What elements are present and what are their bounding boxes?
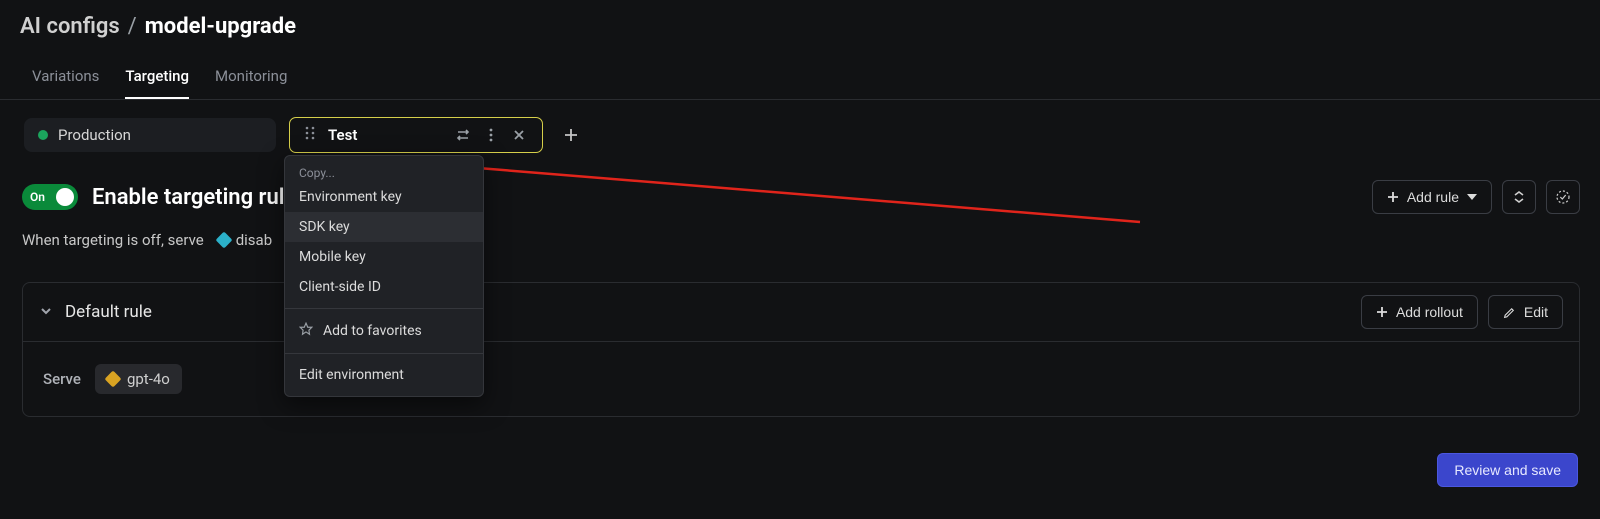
environment-name: Test <box>328 126 357 144</box>
plus-icon <box>1376 306 1388 318</box>
breadcrumb-parent[interactable]: AI configs <box>20 14 120 39</box>
targeting-header-row: On Enable targeting rule Add rule <box>22 180 1580 214</box>
collapse-icon <box>1512 190 1526 204</box>
status-dot-icon <box>38 130 48 140</box>
fallback-row: When targeting is off, serve disab <box>22 228 1580 252</box>
menu-item-sdk-key[interactable]: SDK key <box>285 212 483 242</box>
breadcrumb: AI configs / model-upgrade <box>0 0 1600 39</box>
default-rule-card: Default rule Add rollout Edit Serve gpt-… <box>22 282 1580 417</box>
chevron-down-icon <box>39 303 53 322</box>
review-and-save-button[interactable]: Review and save <box>1437 453 1578 487</box>
star-icon <box>299 322 313 340</box>
menu-item-client-side-id[interactable]: Client-side ID <box>285 272 483 302</box>
kebab-menu-icon[interactable] <box>482 126 500 144</box>
menu-item-edit-environment[interactable]: Edit environment <box>285 360 483 390</box>
environment-context-menu: Copy... Environment key SDK key Mobile k… <box>284 155 484 397</box>
environment-pill-production[interactable]: Production <box>24 118 276 152</box>
fallback-variation-chip[interactable]: disab <box>212 228 278 252</box>
targeting-content: On Enable targeting rule Add rule When t… <box>0 152 1600 417</box>
environment-pill-test[interactable]: Test <box>290 118 542 152</box>
tab-targeting[interactable]: Targeting <box>125 67 189 99</box>
breadcrumb-current: model-upgrade <box>145 14 296 39</box>
collapse-all-button[interactable] <box>1502 180 1536 214</box>
menu-heading: Copy... <box>285 162 483 182</box>
close-icon[interactable] <box>510 126 528 144</box>
footer-actions: Review and save <box>1437 453 1578 487</box>
tabs-bar: Variations Targeting Monitoring <box>0 39 1600 100</box>
edit-label: Edit <box>1524 304 1548 320</box>
rule-body: Serve gpt-4o <box>23 341 1579 416</box>
menu-item-label: Add to favorites <box>323 323 422 339</box>
serve-label: Serve <box>43 370 81 388</box>
targeting-title: Enable targeting rule <box>92 185 296 210</box>
edit-rule-button[interactable]: Edit <box>1488 295 1563 329</box>
add-rollout-button[interactable]: Add rollout <box>1361 295 1478 329</box>
diamond-icon <box>215 232 232 249</box>
serve-variation-label: gpt-4o <box>127 370 170 388</box>
add-rollout-label: Add rollout <box>1396 304 1463 320</box>
targeting-toggle[interactable]: On <box>22 184 78 210</box>
approval-button[interactable] <box>1546 180 1580 214</box>
drag-handle-icon[interactable] <box>304 126 316 144</box>
add-rule-label: Add rule <box>1407 189 1459 205</box>
menu-item-mobile-key[interactable]: Mobile key <box>285 242 483 272</box>
tab-variations[interactable]: Variations <box>32 67 99 99</box>
toggle-knob <box>56 188 74 206</box>
toggle-label: On <box>30 190 45 204</box>
diamond-icon <box>104 371 121 388</box>
check-badge-icon <box>1555 189 1571 205</box>
menu-separator <box>285 353 483 354</box>
plus-icon <box>1387 191 1399 203</box>
breadcrumb-sep: / <box>128 14 137 39</box>
tab-monitoring[interactable]: Monitoring <box>215 67 287 99</box>
menu-separator <box>285 308 483 309</box>
rule-title: Default rule <box>65 302 152 322</box>
fallback-prefix: When targeting is off, serve <box>22 231 204 249</box>
menu-item-add-to-favorites[interactable]: Add to favorites <box>285 315 483 347</box>
add-rule-button[interactable]: Add rule <box>1372 180 1492 214</box>
menu-item-environment-key[interactable]: Environment key <box>285 182 483 212</box>
add-environment-button[interactable] <box>556 120 586 150</box>
serve-variation-chip[interactable]: gpt-4o <box>95 364 182 394</box>
environment-row: Production Test <box>0 100 1600 152</box>
chevron-down-icon <box>1467 194 1477 200</box>
environment-name: Production <box>58 126 131 144</box>
pencil-icon <box>1503 306 1516 319</box>
fallback-variation-label: disab <box>236 231 272 249</box>
compare-icon[interactable] <box>454 126 472 144</box>
rule-header[interactable]: Default rule Add rollout Edit <box>23 283 1579 341</box>
